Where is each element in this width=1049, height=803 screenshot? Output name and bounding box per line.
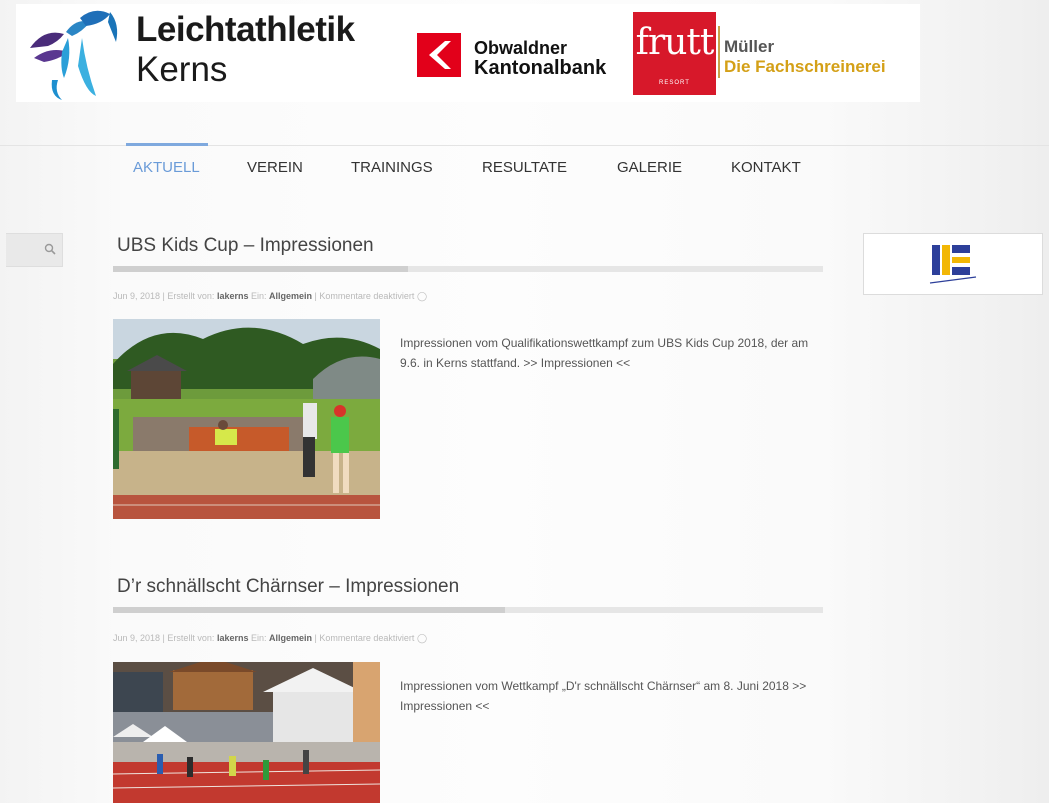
- post-title-rule: [113, 607, 823, 613]
- post-title[interactable]: D’r schnällscht Chärnser – Impressionen: [117, 576, 459, 598]
- okb-name-line1: Obwaldner: [474, 38, 568, 58]
- frutt-subtitle: RESORT: [659, 80, 690, 86]
- post-excerpt: Impressionen vom Qualifikationswettkampf…: [400, 336, 809, 370]
- mueller-divider: [718, 26, 720, 78]
- okb-logo-icon[interactable]: [417, 33, 461, 77]
- post-meta: Jun 9, 2018 | Erstellt von: lakerns Ein:…: [113, 633, 428, 643]
- comments-status: Kommentare deaktiviert: [319, 633, 415, 643]
- post-author[interactable]: lakerns: [217, 291, 249, 301]
- post-category[interactable]: Allgemein: [269, 633, 312, 643]
- okb-name-line2: Kantonalbank: [474, 57, 607, 79]
- header-banner: Leichtathletik Kerns Obwaldner Kantonalb…: [16, 4, 920, 102]
- in-label: Ein:: [250, 291, 267, 301]
- athlete-logo-icon[interactable]: [24, 8, 126, 100]
- comment-icon: ◯: [416, 633, 428, 643]
- created-by-label: Erstellt von:: [167, 633, 215, 643]
- mueller-tagline: Die Fachschreinerei: [724, 57, 886, 76]
- post-image[interactable]: [113, 662, 380, 803]
- main-nav: AKTUELL VEREIN TRAININGS RESULTATE GALER…: [0, 143, 1049, 193]
- search-input[interactable]: [6, 233, 63, 267]
- logo-title[interactable]: Leichtathletik: [136, 10, 355, 50]
- comment-icon: ◯: [416, 291, 428, 301]
- nav-active-indicator: [126, 143, 208, 146]
- search-icon[interactable]: [44, 243, 56, 255]
- post-author[interactable]: lakerns: [217, 633, 249, 643]
- post-image[interactable]: [113, 319, 380, 519]
- sprint-race-photo: [113, 662, 380, 803]
- post-meta: Jun 9, 2018 | Erstellt von: lakerns Ein:…: [113, 291, 428, 301]
- sidebar-sponsor-logo[interactable]: [863, 233, 1043, 295]
- nav-item-aktuell[interactable]: AKTUELL: [133, 159, 200, 176]
- comments-status: Kommentare deaktiviert: [319, 291, 415, 301]
- nav-item-trainings[interactable]: TRAININGS: [351, 159, 433, 176]
- post-date: Jun 9, 2018: [113, 291, 161, 301]
- sponsor-logo-icon: [929, 245, 977, 284]
- nav-item-kontakt[interactable]: KONTAKT: [731, 159, 801, 176]
- logo-subtitle[interactable]: Kerns: [136, 50, 227, 90]
- post-category[interactable]: Allgemein: [269, 291, 312, 301]
- nav-item-galerie[interactable]: GALERIE: [617, 159, 682, 176]
- mueller-name: Müller: [724, 37, 775, 56]
- nav-item-verein[interactable]: VEREIN: [247, 159, 303, 176]
- post-title[interactable]: UBS Kids Cup – Impressionen: [117, 235, 374, 257]
- created-by-label: Erstellt von:: [167, 291, 215, 301]
- post-date: Jun 9, 2018: [113, 633, 161, 643]
- long-jump-photo: [113, 319, 380, 519]
- in-label: Ein:: [250, 633, 267, 643]
- frutt-word: frutt: [635, 22, 715, 63]
- post-excerpt: Impressionen vom Wettkampf „D'r schnälls…: [400, 679, 807, 713]
- post-title-rule: [113, 266, 823, 272]
- frutt-logo[interactable]: frutt RESORT: [633, 12, 716, 95]
- nav-item-resultate[interactable]: RESULTATE: [482, 159, 567, 176]
